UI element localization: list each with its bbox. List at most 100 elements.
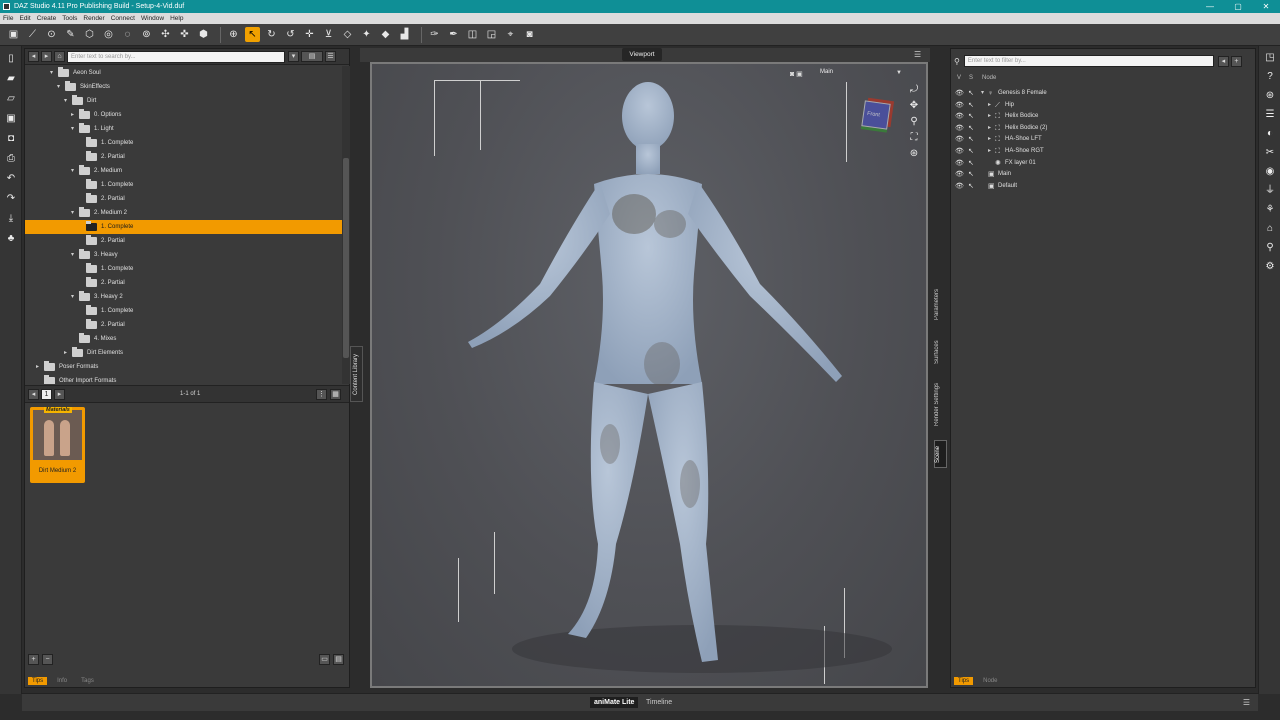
tree-item[interactable]: ▾ 1. Light	[25, 122, 343, 136]
tab-parameters[interactable]: Parameters	[934, 280, 947, 328]
tree-item-selected[interactable]: 1. Complete	[25, 220, 343, 234]
visibility-eye-icon[interactable]: 👁	[955, 181, 964, 192]
paint-icon[interactable]: ✒	[446, 27, 461, 42]
joint-editor-icon[interactable]: ⟋	[25, 27, 40, 42]
tree-item[interactable]: ▾ 2. Medium 2	[25, 206, 343, 220]
visibility-eye-icon[interactable]: 👁	[955, 146, 964, 157]
puppeteer-icon[interactable]: ⚘	[1263, 203, 1277, 217]
camera-icon[interactable]: ◙	[522, 27, 537, 42]
menu-file[interactable]: File	[3, 13, 13, 24]
render-icon[interactable]: ◉	[1263, 165, 1277, 179]
expand-arrow-icon[interactable]: ▾	[50, 66, 58, 80]
tab-render-settings[interactable]: Render Settings	[934, 374, 947, 434]
selectable-cursor-icon[interactable]: ↖	[968, 134, 974, 145]
frame-icon[interactable]: ◫	[465, 27, 480, 42]
expand-arrow-icon[interactable]: ▾	[71, 122, 79, 136]
bottom-menu-icon[interactable]: ☰	[1243, 698, 1250, 707]
redo-icon[interactable]: ↷	[4, 192, 18, 206]
pinning-icon[interactable]: ✜	[177, 27, 192, 42]
tree-item[interactable]: 2. Partial	[25, 318, 343, 332]
minimize-button[interactable]: —	[1196, 0, 1224, 13]
export-icon[interactable]: ⎙	[4, 152, 18, 166]
open-folder-button[interactable]: ▭	[319, 654, 330, 665]
scene-node-row[interactable]: 👁 ↖ ▸ ⟋ Hip	[951, 100, 1251, 111]
visibility-eye-icon[interactable]: 👁	[955, 169, 964, 180]
active-pose-tool-icon[interactable]: ↖	[245, 27, 260, 42]
geometry-editor-icon[interactable]: ⊙	[44, 27, 59, 42]
tab-animate-lite[interactable]: aniMate Lite	[590, 697, 639, 708]
drop-to-floor-icon[interactable]: ⤓	[4, 212, 18, 226]
spot-render-icon[interactable]: ◌	[120, 27, 135, 42]
help-icon[interactable]: ⊛	[1263, 89, 1277, 103]
tab-tags[interactable]: Tags	[77, 677, 98, 685]
scene-filter-add-button[interactable]: +	[1230, 55, 1242, 67]
timeline-icon[interactable]: ⏚	[1263, 184, 1277, 198]
tree-item[interactable]: 1. Complete	[25, 178, 343, 192]
ruler-icon[interactable]: ▟	[397, 27, 412, 42]
scene-node-row[interactable]: 👁 ↖ ▾ ♀ Genesis 8 Female	[951, 88, 1251, 99]
expand-arrow-icon[interactable]: ▾	[71, 206, 79, 220]
scene-tab-node[interactable]: Node	[979, 677, 1001, 685]
tree-item[interactable]: ▾ 3. Heavy	[25, 248, 343, 262]
viewport[interactable]: ◙ ▣ Main ▼ ⤾ ✥ ⚲ ⛶ ⊛ Front	[370, 62, 928, 688]
node-expand-icon[interactable]: ▸	[988, 123, 991, 134]
expand-arrow-icon[interactable]: ▸	[36, 360, 44, 374]
selectable-cursor-icon[interactable]: ↖	[968, 169, 974, 180]
expand-arrow-icon[interactable]: ▸	[64, 346, 72, 360]
tab-surfaces[interactable]: Surfaces	[934, 334, 947, 370]
visibility-eye-icon[interactable]: 👁	[955, 134, 964, 145]
add-button[interactable]: +	[28, 654, 39, 665]
asset-thumbnail[interactable]: Materials Dirt Medium 2	[30, 407, 85, 483]
morph-brush-icon[interactable]: ✦	[359, 27, 374, 42]
merge-file-icon[interactable]: ▱	[4, 92, 18, 106]
tree-item[interactable]: 2. Partial	[25, 276, 343, 290]
tree-item[interactable]: ▸ Poser Formats	[25, 360, 343, 374]
menu-help[interactable]: Help	[170, 13, 183, 24]
node-expand-icon[interactable]: ▸	[988, 111, 991, 122]
viewport-menu-icon[interactable]: ☰	[914, 50, 921, 59]
panel-options-button[interactable]: ▤	[333, 654, 344, 665]
smart-content-icon[interactable]: ◳	[1263, 51, 1277, 65]
node-expand-icon[interactable]: ▸	[988, 134, 991, 145]
tree-item[interactable]: ▾ 3. Heavy 2	[25, 290, 343, 304]
next-page-button[interactable]: ▸	[54, 389, 65, 400]
translate-tool-icon[interactable]: ✛	[302, 27, 317, 42]
view-mode-button[interactable]: ▤	[301, 51, 323, 62]
geometry-sculptor-icon[interactable]: ⊚	[139, 27, 154, 42]
maximize-button[interactable]: ▢	[1224, 0, 1252, 13]
shape-tool-icon[interactable]: ⬢	[196, 27, 211, 42]
open-file-icon[interactable]: ▰	[4, 72, 18, 86]
undo-icon[interactable]: ↶	[4, 172, 18, 186]
tab-timeline[interactable]: Timeline	[642, 697, 676, 708]
selectable-cursor-icon[interactable]: ↖	[968, 100, 974, 111]
tree-item[interactable]: 4. Mixes	[25, 332, 343, 346]
menu-render[interactable]: Render	[83, 13, 104, 24]
scene-filter-input[interactable]: Enter text to filter by...	[963, 55, 1214, 67]
scene-node-row[interactable]: 👁 ↖ ✺ FX layer 01	[951, 158, 1251, 169]
expand-arrow-icon[interactable]: ▾	[64, 94, 72, 108]
tree-item[interactable]: ▾ 2. Medium	[25, 164, 343, 178]
tree-item[interactable]: ▸ Dirt Elements	[25, 346, 343, 360]
menu-window[interactable]: Window	[141, 13, 164, 24]
selectable-cursor-icon[interactable]: ↖	[968, 158, 974, 169]
settings-icon[interactable]: ⚙	[1263, 260, 1277, 274]
expand-arrow-icon[interactable]: ▾	[71, 164, 79, 178]
universal-tool-icon[interactable]: ⊕	[226, 27, 241, 42]
selectable-cursor-icon[interactable]: ↖	[968, 123, 974, 134]
size-slider-icon[interactable]: ⋮	[316, 389, 327, 400]
scene-node-row[interactable]: 👁 ↖ ▸ ⛶ HA-Shoe RGT	[951, 146, 1251, 157]
menu-tools[interactable]: Tools	[62, 13, 77, 24]
surface-selection-icon[interactable]: ⬡	[82, 27, 97, 42]
expand-arrow-icon[interactable]: ▾	[71, 248, 79, 262]
save-icon[interactable]: ▣	[4, 112, 18, 126]
menu-connect[interactable]: Connect	[111, 13, 135, 24]
scene-filter-options-button[interactable]: ◂	[1217, 55, 1229, 67]
header-visible[interactable]: V	[957, 75, 961, 81]
menu-create[interactable]: Create	[37, 13, 57, 24]
expand-arrow-icon[interactable]: ▸	[71, 108, 79, 122]
home-button[interactable]: ⌂	[54, 51, 65, 62]
search-options-button[interactable]: ▾	[288, 51, 299, 62]
align-tool-icon[interactable]: ⊻	[321, 27, 336, 42]
node-expand-icon[interactable]: ▸	[988, 100, 991, 111]
selectable-cursor-icon[interactable]: ↖	[968, 146, 974, 157]
